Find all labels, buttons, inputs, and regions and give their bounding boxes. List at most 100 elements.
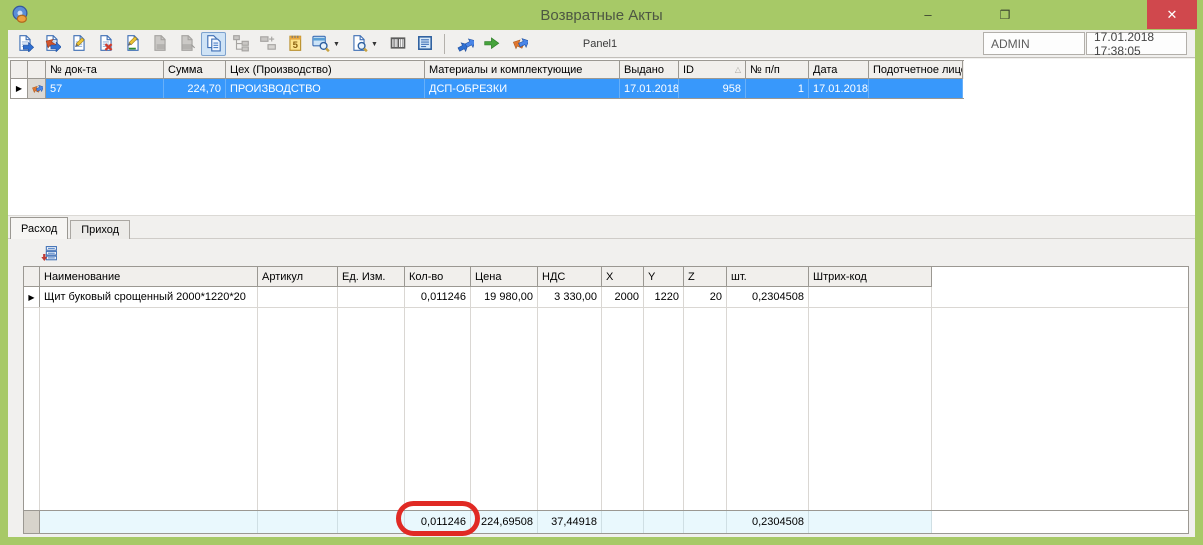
close-button[interactable]: ✕ — [1147, 0, 1197, 29]
column-header[interactable]: НДС — [538, 267, 602, 287]
column-header-label: № док-та — [50, 64, 97, 76]
edit-document-button[interactable] — [66, 32, 91, 56]
arrows-swap-icon — [510, 34, 528, 55]
cell: ПРОИЗВОДСТВО — [226, 79, 425, 98]
column-header[interactable]: Цена — [471, 267, 538, 287]
process-button[interactable] — [479, 32, 504, 56]
row-state-swap-icon — [28, 79, 46, 98]
tab-active[interactable]: Расход — [10, 217, 68, 239]
column-header-label: Штрих-код — [813, 271, 867, 283]
column-header[interactable]: № док-та — [46, 61, 164, 79]
arrows-blue-icon — [456, 34, 474, 55]
column-header-label: Дата — [813, 64, 837, 76]
column-header[interactable]: Сумма — [164, 61, 226, 79]
datetime-status-panel: 17.01.2018 17:38:05 — [1086, 32, 1187, 55]
column-header[interactable]: Материалы и комплектующие — [425, 61, 620, 79]
column-header[interactable]: X — [602, 267, 644, 287]
column-header[interactable]: Цех (Производство) — [226, 61, 425, 79]
items-grid: Наименование Артикул Ед. Изм. Кол-во Цена НДС… — [23, 266, 1189, 534]
column-header[interactable]: шт. — [727, 267, 809, 287]
column-header-label: ID — [683, 64, 694, 76]
column-header[interactable]: Ед. Изм. — [338, 267, 405, 287]
column-header[interactable]: ID △ — [679, 61, 746, 79]
cell — [809, 287, 932, 307]
preview-button[interactable]: ▼ — [309, 32, 345, 56]
user-status-panel: ADMIN — [983, 32, 1085, 55]
item-row[interactable]: ▶Щит буковый срощенный 2000*1220*200,011… — [24, 287, 1188, 308]
doc-add-icon — [16, 34, 34, 55]
column-header-label: № п/п — [750, 64, 780, 76]
column-header-label: Кол-во — [409, 271, 443, 283]
column-header-blank[interactable] — [28, 61, 46, 79]
column-header-blank[interactable] — [11, 61, 28, 79]
app-window: { "window": { "title": "Возвратные Акты"… — [0, 0, 1203, 545]
column-header[interactable]: Артикул — [258, 267, 338, 287]
doc-copy-arrows-icon — [43, 34, 61, 55]
maximize-button[interactable]: ❒ — [980, 0, 1030, 29]
cell: 17.01.2018 — [620, 79, 679, 98]
minimize-button[interactable]: – — [903, 0, 953, 29]
column-header-blank[interactable] — [24, 267, 40, 287]
row-marker-icon: ▶ — [24, 287, 40, 307]
copy-rows-button[interactable] — [201, 32, 226, 56]
toolbar-separator — [444, 34, 445, 54]
documents-grid-area: № док-та Сумма Цех (Производство) Материалы… — [8, 59, 1195, 215]
column-header[interactable]: Подотчетное лицо — [869, 61, 963, 79]
column-header[interactable]: Кол-во — [405, 267, 471, 287]
barcode-icon — [389, 34, 407, 55]
column-header-label: Z — [688, 271, 695, 283]
column-header[interactable]: Дата — [809, 61, 869, 79]
copy-document-button[interactable] — [39, 32, 64, 56]
doc-unpost-icon — [178, 34, 196, 55]
doc-search-icon — [350, 34, 368, 55]
sort-ascending-icon: △ — [735, 65, 741, 74]
notes-button[interactable]: 5 — [282, 32, 307, 56]
document-row[interactable]: ▶57224,70ПРОИЗВОДСТВОДСП-ОБРЕЗКИ17.01.20… — [11, 79, 964, 99]
summary-cell — [602, 511, 644, 533]
move-rows-icon — [259, 34, 277, 55]
chevron-down-icon[interactable]: ▼ — [371, 41, 378, 48]
chevron-down-icon[interactable]: ▼ — [333, 41, 340, 48]
summary-cell — [40, 511, 258, 533]
column-header[interactable]: Выдано — [620, 61, 679, 79]
column-header-label: X — [606, 271, 613, 283]
cell — [338, 287, 405, 307]
delete-document-button[interactable] — [93, 32, 118, 56]
tab-strip-line — [8, 238, 1195, 239]
grid-empty-area — [24, 308, 1188, 510]
barcode-button[interactable] — [385, 32, 410, 56]
column-header-label: Ед. Изм. — [342, 271, 385, 283]
column-header[interactable]: Y — [644, 267, 684, 287]
column-header-label: Сумма — [168, 64, 203, 76]
column-header[interactable]: Штрих-код — [809, 267, 932, 287]
report-button[interactable] — [412, 32, 437, 56]
cell — [258, 287, 338, 307]
red-highlight-ellipse — [396, 501, 480, 536]
summary-cell — [809, 511, 932, 533]
transfer-button[interactable] — [452, 32, 477, 56]
column-header-label: Y — [648, 271, 655, 283]
column-header-label: НДС — [542, 271, 565, 283]
column-header[interactable]: Z — [684, 267, 727, 287]
summary-cell: 0,2304508 — [727, 511, 809, 533]
column-header[interactable]: Наименование — [40, 267, 258, 287]
cell: 2000 — [602, 287, 644, 307]
column-header-label: Цена — [475, 271, 501, 283]
add-document-button[interactable] — [12, 32, 37, 56]
documents-grid: № док-та Сумма Цех (Производство) Материалы… — [10, 60, 964, 99]
find-document-button[interactable]: ▼ — [347, 32, 383, 56]
column-header[interactable]: № п/п — [746, 61, 809, 79]
column-header-label: Выдано — [624, 64, 664, 76]
title-bar: Возвратные Акты – ❒ ✕ — [0, 0, 1203, 30]
tab-inactive[interactable]: Приход — [70, 220, 130, 239]
toolbar-buttons: 5 ▼ ▼ — [12, 31, 533, 57]
column-header-label: Материалы и комплектующие — [429, 64, 582, 76]
insert-rows-button[interactable] — [38, 242, 60, 264]
exchange-button[interactable] — [506, 32, 531, 56]
unpost-document-button — [174, 32, 199, 56]
column-header-label: Наименование — [44, 271, 120, 283]
tree-icon — [232, 34, 250, 55]
summary-cell: 224,69508 — [471, 511, 538, 533]
sign-document-button[interactable] — [120, 32, 145, 56]
summary-cell — [684, 511, 727, 533]
